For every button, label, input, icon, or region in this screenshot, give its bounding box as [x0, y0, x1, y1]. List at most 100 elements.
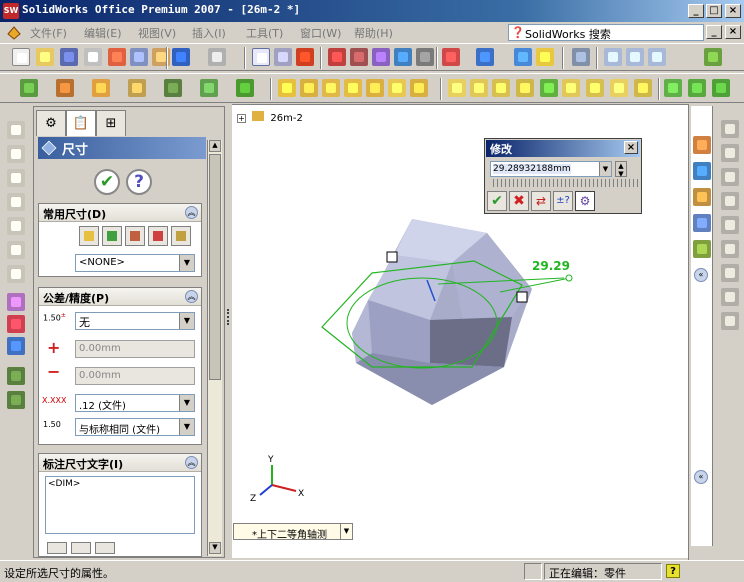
trim-surface-icon[interactable] — [634, 79, 652, 97]
menu-file[interactable]: 文件(F) — [30, 25, 67, 41]
chevron-down-icon[interactable]: ▼ — [179, 395, 194, 411]
brick-icon[interactable] — [350, 48, 368, 66]
help-status-icon[interactable]: ? — [666, 564, 680, 578]
minimize-button[interactable]: _ — [688, 4, 704, 18]
knit-surface-icon[interactable] — [562, 79, 580, 97]
materials-icon[interactable] — [442, 48, 460, 66]
menu-edit[interactable]: 编辑(E) — [84, 25, 122, 41]
file-explorer-icon[interactable] — [693, 214, 711, 232]
modify-close-button[interactable]: × — [624, 141, 638, 154]
dimension-text-group-header[interactable]: 标注尺寸文字(I) ︽ — [39, 454, 201, 472]
tolerance-type-dropdown[interactable]: 无 ▼ — [75, 312, 195, 330]
surface-revolve-icon[interactable] — [470, 79, 488, 97]
loft-icon[interactable] — [344, 79, 362, 97]
doc-close-button[interactable]: × — [725, 25, 741, 39]
configuration-tab-icon[interactable]: ⊞ — [96, 110, 126, 136]
modify-rebuild-button[interactable]: ⇄ — [531, 191, 551, 211]
spline-icon[interactable] — [236, 79, 254, 97]
offset-surface-icon[interactable] — [540, 79, 558, 97]
modify-reset-spin-button[interactable]: ±? — [553, 191, 573, 211]
close-button[interactable]: × — [725, 4, 741, 18]
dimension-text-box[interactable]: <DIM> — [45, 476, 195, 534]
view-front-icon[interactable] — [7, 121, 25, 139]
offset-tool-icon[interactable] — [721, 216, 739, 234]
maximize-button[interactable]: □ — [706, 4, 722, 18]
precision-dropdown[interactable]: .12 (文件) ▼ — [75, 394, 195, 412]
chevron-down-icon[interactable]: ▼ — [179, 313, 194, 329]
design-library-icon[interactable] — [693, 188, 711, 206]
modify-dialog-header[interactable]: 修改 × — [486, 140, 640, 157]
favorite-apply-icon[interactable] — [79, 226, 99, 246]
save-icon[interactable] — [60, 48, 78, 66]
sketch-left-icon[interactable] — [7, 367, 25, 385]
dimension-handle[interactable] — [565, 274, 573, 282]
smart-dimension-icon[interactable] — [56, 79, 74, 97]
traffic-light-icon[interactable] — [296, 48, 314, 66]
undo-icon[interactable] — [172, 48, 190, 66]
sketch-icon[interactable] — [20, 79, 38, 97]
select-filter-icon[interactable] — [274, 48, 292, 66]
addins-icon[interactable] — [704, 48, 722, 66]
parting-line-icon[interactable] — [688, 79, 706, 97]
ok-button[interactable]: ✔ — [94, 169, 120, 195]
pm-scrollbar[interactable]: ▲ ▼ — [207, 140, 222, 556]
mold-tools-icon[interactable] — [664, 79, 682, 97]
rectangle-icon[interactable] — [128, 79, 146, 97]
chevron-down-icon[interactable]: ▼ — [599, 162, 611, 176]
doc-minimize-button[interactable]: _ — [706, 25, 722, 39]
collapse-left-icon-2[interactable]: « — [694, 470, 708, 484]
modify-ok-button[interactable]: ✔ — [487, 191, 507, 211]
ellipse-tool-icon[interactable] — [721, 192, 739, 210]
resources-icon[interactable] — [693, 162, 711, 180]
align-center-icon[interactable] — [71, 542, 91, 554]
modify-mark-button[interactable]: ⚙ — [575, 191, 595, 211]
fillet-icon[interactable] — [388, 79, 406, 97]
favorite-add-icon[interactable] — [102, 226, 122, 246]
menu-insert[interactable]: 插入(I) — [192, 25, 226, 41]
zoom-in-out-icon[interactable] — [648, 48, 666, 66]
scroll-up-icon[interactable]: ▲ — [209, 140, 221, 152]
planar-surface-icon[interactable] — [586, 79, 604, 97]
tooling-split-icon[interactable] — [712, 79, 730, 97]
chevron-down-icon[interactable]: ▼ — [179, 255, 194, 271]
feature-tree-tab-icon[interactable]: ⚙ — [36, 110, 66, 136]
view-bottom-icon[interactable] — [7, 241, 25, 259]
collapse-icon[interactable]: ︽ — [185, 290, 198, 303]
annotation-note-icon[interactable] — [7, 293, 25, 311]
arc-tool-icon[interactable] — [721, 144, 739, 162]
view-right-icon[interactable] — [7, 193, 25, 211]
dimension-icon[interactable] — [7, 315, 25, 333]
extrude-boss-icon[interactable] — [278, 79, 296, 97]
surface-extrude-icon[interactable] — [448, 79, 466, 97]
select-cursor-icon[interactable] — [252, 48, 270, 66]
view-top-icon[interactable] — [7, 217, 25, 235]
sketch-tool-icon[interactable] — [721, 120, 739, 138]
chamfer-icon[interactable] — [410, 79, 428, 97]
modify-value-input[interactable]: 29.28932188mm ▼ — [490, 161, 612, 177]
line-icon[interactable] — [92, 79, 110, 97]
zoom-area-icon[interactable] — [626, 48, 644, 66]
grid-icon[interactable] — [328, 48, 346, 66]
cut-icon[interactable] — [108, 48, 126, 66]
mirror-tool-icon[interactable] — [721, 240, 739, 258]
modify-cancel-button[interactable]: ✖ — [509, 191, 529, 211]
redo-icon[interactable] — [208, 48, 226, 66]
favorite-save-icon[interactable] — [171, 226, 191, 246]
menu-view[interactable]: 视图(V) — [138, 25, 176, 41]
measure-icon[interactable] — [416, 48, 434, 66]
relations-icon[interactable] — [164, 79, 182, 97]
property-manager-tab-icon[interactable]: 📋 — [66, 110, 96, 136]
open-file-icon[interactable] — [36, 48, 54, 66]
favorite-update-icon[interactable] — [125, 226, 145, 246]
favorite-dropdown[interactable]: <NONE> ▼ — [75, 254, 195, 272]
solidworks-menu-icon[interactable] — [6, 24, 22, 40]
tolerance-group-header[interactable]: 公差/精度(P) ︽ — [39, 288, 201, 306]
value-thumbwheel[interactable] — [490, 179, 640, 187]
convert-tool-icon[interactable] — [721, 312, 739, 330]
trim-tool-icon[interactable] — [721, 264, 739, 282]
view-iso-icon[interactable] — [7, 265, 25, 283]
collapse-icon[interactable]: ︽ — [185, 456, 198, 469]
dimension-value-text[interactable]: 29.29 — [532, 259, 570, 273]
tolerance-precision-dropdown[interactable]: 与标称相同 (文件) ▼ — [75, 418, 195, 436]
print-icon[interactable] — [84, 48, 102, 66]
